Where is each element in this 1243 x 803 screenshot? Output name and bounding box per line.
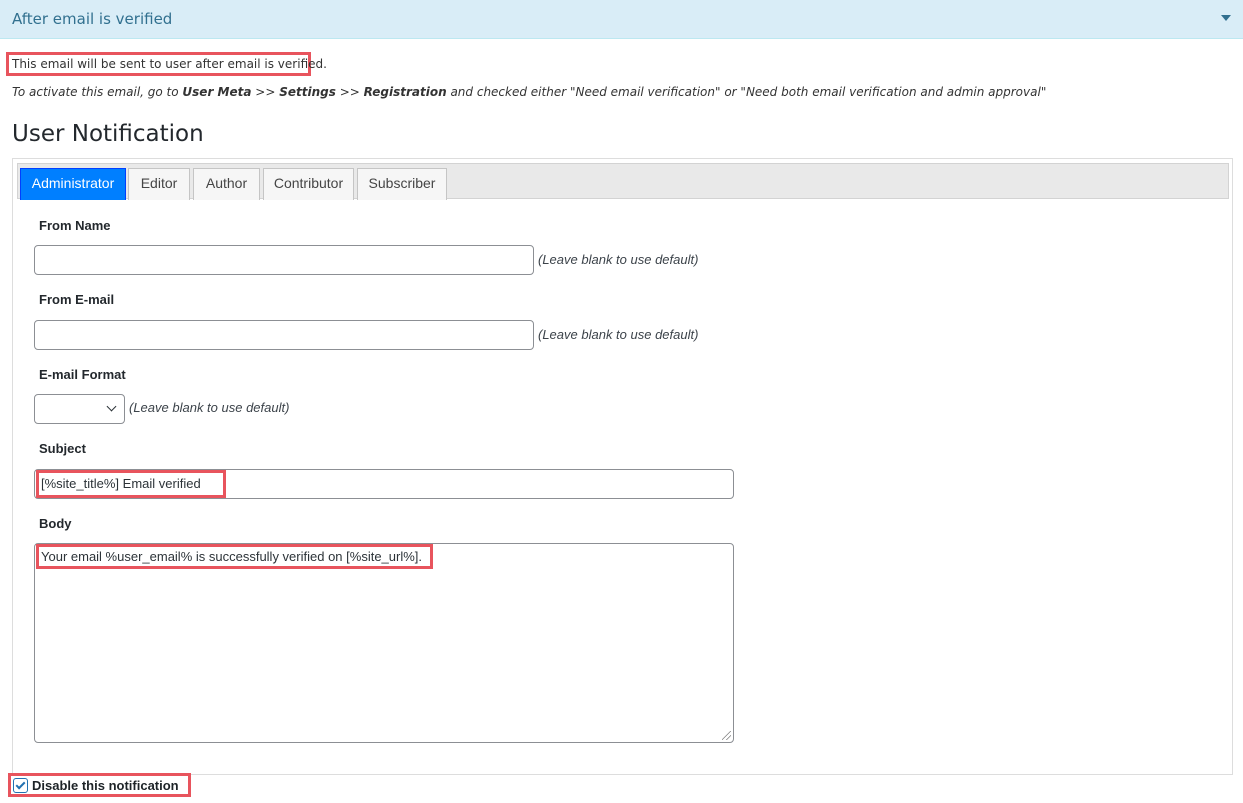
from-name-hint: (Leave blank to use default) — [538, 252, 699, 267]
tab-editor[interactable]: Editor — [128, 168, 190, 200]
info-text: This email will be sent to user after em… — [12, 57, 327, 71]
tab-author[interactable]: Author — [193, 168, 260, 200]
page-title: User Notification — [12, 121, 204, 147]
body-label: Body — [39, 516, 72, 531]
section-header[interactable]: After email is verified — [0, 0, 1243, 39]
email-format-select[interactable] — [34, 394, 125, 424]
disable-notification-checkbox[interactable] — [13, 778, 28, 793]
from-name-label: From Name — [39, 218, 111, 233]
email-format-hint: (Leave blank to use default) — [129, 400, 290, 415]
body-textarea[interactable]: Your email %user_email% is successfully … — [34, 543, 734, 743]
from-email-hint: (Leave blank to use default) — [538, 327, 699, 342]
chevron-down-icon — [106, 401, 117, 412]
caret-down-icon[interactable] — [1221, 15, 1231, 21]
role-tabbar: Administrator Editor Author Contributor … — [17, 163, 1229, 200]
note-user-meta: User Meta — [182, 85, 252, 99]
note-sep: >> — [251, 85, 280, 99]
email-format-label: E-mail Format — [39, 367, 126, 382]
from-email-label: From E-mail — [39, 292, 115, 307]
note-suffix: and checked either "Need email verificat… — [446, 85, 1047, 99]
subject-highlight — [36, 470, 226, 498]
checkmark-icon — [15, 779, 26, 790]
note-settings: Settings — [279, 85, 336, 99]
tab-subscriber[interactable]: Subscriber — [357, 168, 447, 200]
body-highlight — [36, 544, 433, 569]
resize-grip-icon[interactable] — [722, 731, 731, 740]
note-sep: >> — [335, 85, 364, 99]
activation-note: To activate this email, go to User Meta … — [12, 85, 1046, 99]
note-registration: Registration — [363, 85, 447, 99]
section-header-title: After email is verified — [12, 10, 173, 28]
subject-label: Subject — [39, 441, 86, 456]
from-email-input[interactable] — [34, 320, 534, 350]
tab-contributor[interactable]: Contributor — [263, 168, 354, 200]
from-name-input[interactable] — [34, 245, 534, 275]
disable-notification-label[interactable]: Disable this notification — [32, 778, 179, 793]
note-prefix: To activate this email, go to — [12, 85, 183, 99]
tab-administrator[interactable]: Administrator — [20, 168, 126, 200]
